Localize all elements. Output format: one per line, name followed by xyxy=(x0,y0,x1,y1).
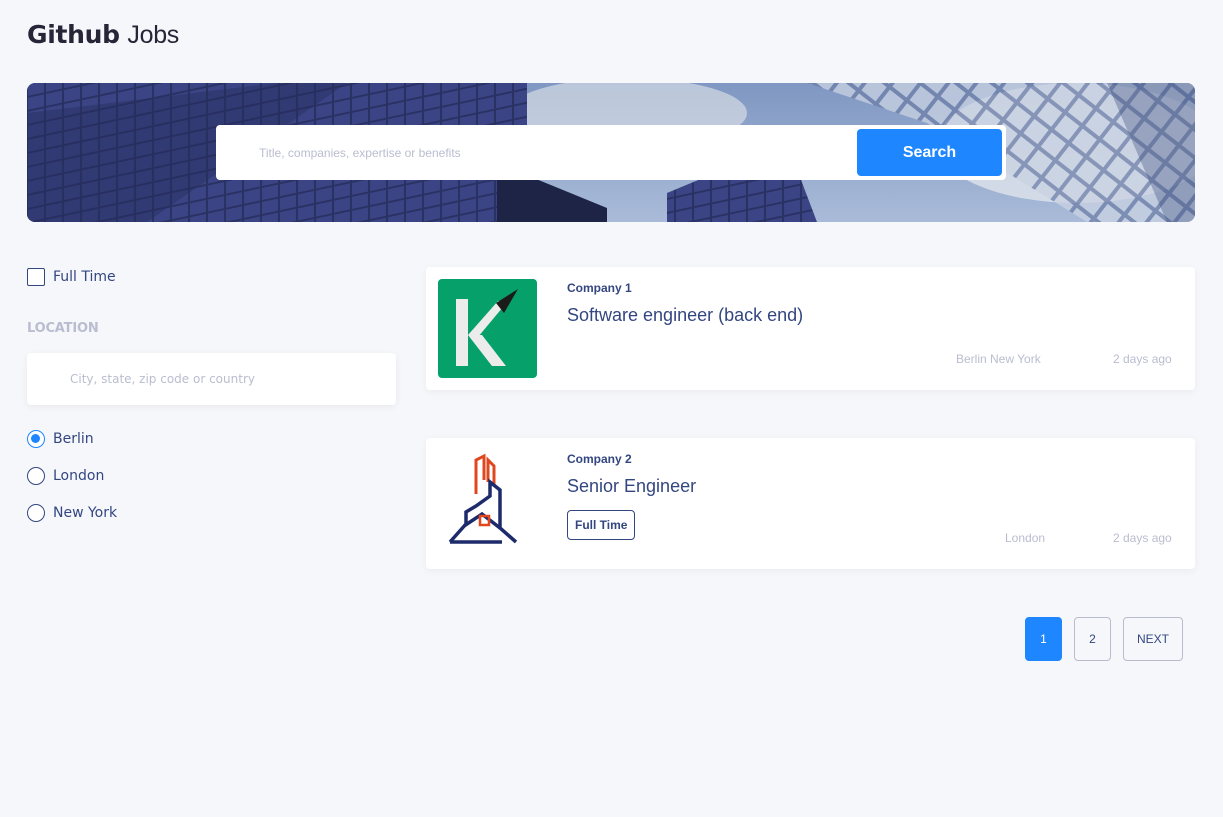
next-page-button[interactable]: NEXT xyxy=(1123,617,1183,661)
radio-button[interactable] xyxy=(27,504,45,522)
search-bar: Search xyxy=(216,125,1006,180)
radio-button[interactable] xyxy=(27,467,45,485)
location-option-new-york[interactable]: New York xyxy=(27,503,117,523)
full-time-filter[interactable]: Full Time xyxy=(27,266,397,288)
job-type-badge: Full Time xyxy=(567,510,636,540)
filters-panel: Full Time LOCATION Berlin London New Yor… xyxy=(27,266,397,522)
search-button[interactable]: Search xyxy=(857,129,1002,176)
job-posted-date: 2 days ago xyxy=(1113,531,1172,545)
full-time-label: Full Time xyxy=(53,269,116,285)
job-locations: Berlin New York xyxy=(956,352,1041,366)
building-house-logo-icon xyxy=(438,452,537,551)
location-option-label: Berlin xyxy=(53,431,94,447)
location-options: Berlin London New York xyxy=(27,429,117,540)
job-title[interactable]: Senior Engineer xyxy=(567,476,696,497)
company-name: Company 1 xyxy=(567,281,632,295)
location-option-berlin[interactable]: Berlin xyxy=(27,429,117,449)
k-letter-logo-icon xyxy=(438,279,537,378)
job-locations: London xyxy=(1005,531,1046,545)
location-option-london[interactable]: London xyxy=(27,466,117,486)
company-logo xyxy=(438,452,537,551)
app-logo[interactable]: Github Jobs xyxy=(27,20,179,50)
location-option-label: London xyxy=(53,468,105,484)
page-button-2[interactable]: 2 xyxy=(1074,617,1111,661)
brand-light: Jobs xyxy=(127,21,179,49)
location-input[interactable] xyxy=(27,353,396,405)
location-option-label: New York xyxy=(53,505,118,521)
company-logo xyxy=(438,279,537,378)
search-hero-banner: Search xyxy=(27,83,1195,222)
job-card[interactable]: Company 2 Senior Engineer Full Time Lond… xyxy=(426,438,1195,569)
radio-button[interactable] xyxy=(27,430,45,448)
location-field xyxy=(27,353,396,405)
full-time-checkbox[interactable] xyxy=(27,268,45,286)
search-input[interactable] xyxy=(216,125,836,180)
job-card[interactable]: Company 1 Software engineer (back end) B… xyxy=(426,267,1195,390)
location-heading: LOCATION xyxy=(27,321,99,336)
brand-bold: Github xyxy=(27,20,120,49)
job-title[interactable]: Software engineer (back end) xyxy=(567,305,803,326)
company-name: Company 2 xyxy=(567,452,632,466)
page-button-1[interactable]: 1 xyxy=(1025,617,1062,661)
job-posted-date: 2 days ago xyxy=(1113,352,1172,366)
